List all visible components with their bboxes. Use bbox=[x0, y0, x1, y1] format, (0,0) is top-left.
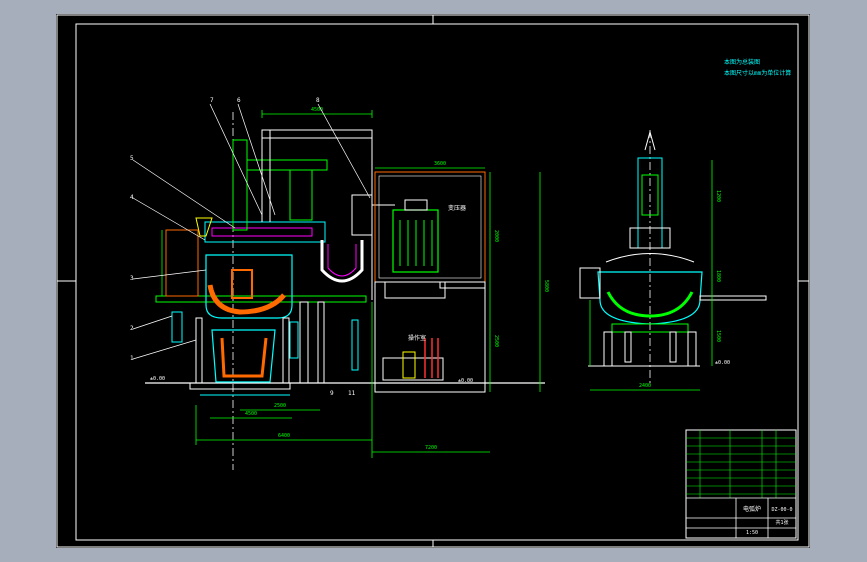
note-line-1: 本图为总装图 bbox=[724, 58, 760, 66]
floor-label-left: ±0.00 bbox=[150, 376, 165, 382]
callout-4: 4 bbox=[130, 194, 134, 201]
floor-label-right: ±0.00 bbox=[715, 360, 730, 366]
title-block-title: 电弧炉 bbox=[743, 505, 761, 513]
callout-3: 3 bbox=[130, 275, 134, 282]
dim-room-height: 2000 bbox=[493, 230, 499, 242]
note-line-2: 本图尺寸以mm为单位计算 bbox=[724, 69, 791, 77]
dim-right-low: 1500 bbox=[715, 330, 721, 342]
dim-lower-4: 7200 bbox=[425, 445, 437, 451]
dim-right-mid: 1800 bbox=[715, 270, 721, 282]
dim-lower-3: 6400 bbox=[278, 433, 290, 439]
callout-2: 2 bbox=[130, 325, 134, 332]
callout-5: 5 bbox=[130, 155, 134, 162]
dim-room-width: 3600 bbox=[434, 161, 446, 167]
room-label-top: 变压器 bbox=[448, 204, 466, 212]
dim-right-base: 2400 bbox=[639, 383, 651, 389]
dim-lower-2: 4500 bbox=[245, 411, 257, 417]
title-block-drawing-no: DZ-00-0 bbox=[771, 507, 792, 513]
cad-drawing-canvas: 4500 2500 4500 6400 7200 ±0.00 7 6 8 5 4… bbox=[0, 0, 867, 562]
callout-7: 7 bbox=[210, 97, 214, 104]
room-label-bottom: 操作室 bbox=[408, 334, 426, 342]
dim-vertical-right: 2500 bbox=[493, 335, 499, 347]
callout-8: 8 bbox=[316, 97, 320, 104]
callout-9: 9 bbox=[330, 390, 334, 397]
dim-right-top: 1200 bbox=[715, 190, 721, 202]
title-block-scale: 1:50 bbox=[746, 530, 758, 536]
callout-6: 6 bbox=[237, 97, 241, 104]
dim-lower-1: 2500 bbox=[274, 403, 286, 409]
callout-1: 1 bbox=[130, 355, 134, 362]
title-block-sheet: 共1张 bbox=[775, 519, 788, 526]
floor-label-center: ±0.00 bbox=[458, 378, 473, 384]
callout-11: 11 bbox=[348, 390, 356, 397]
drawing-sheet bbox=[56, 14, 810, 548]
dim-side-height: 5800 bbox=[543, 280, 549, 292]
